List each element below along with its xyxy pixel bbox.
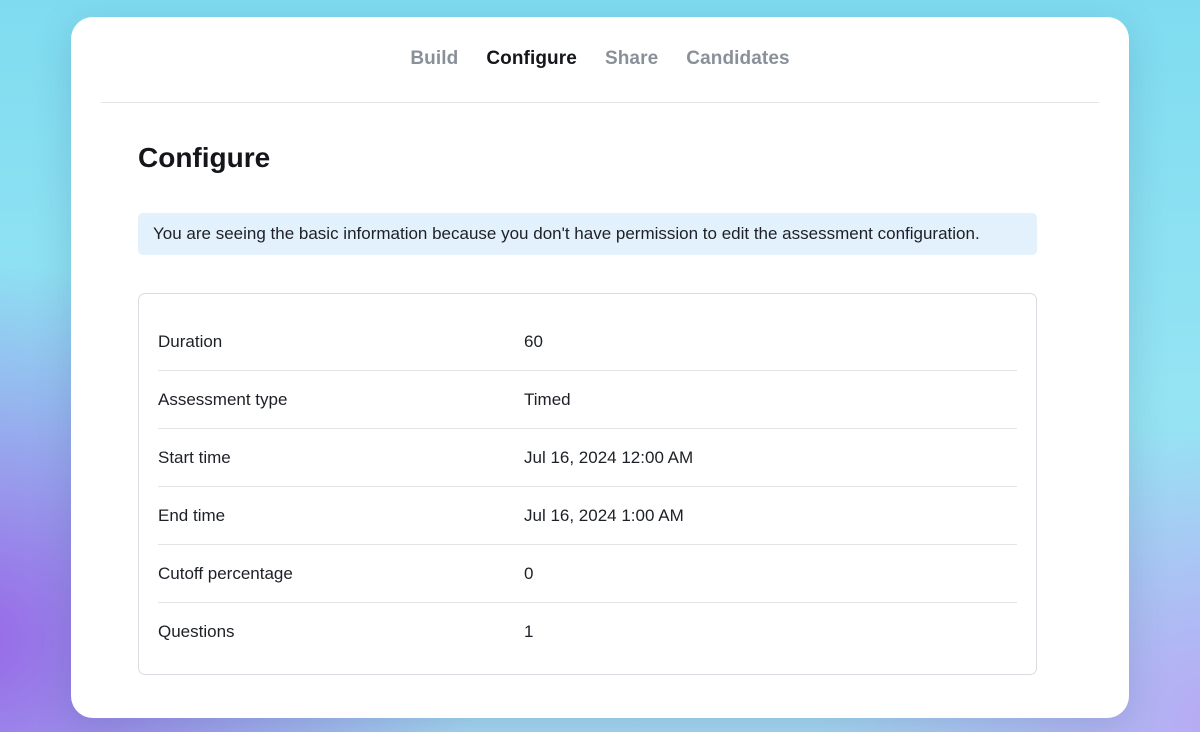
detail-row-start-time: Start time Jul 16, 2024 12:00 AM [158,429,1017,487]
detail-label: Questions [158,621,235,641]
tab-configure[interactable]: Configure [486,48,577,70]
permission-notice: You are seeing the basic information bec… [138,213,1037,255]
detail-label: Cutoff percentage [158,563,293,583]
detail-value: Jul 16, 2024 12:00 AM [524,447,694,467]
detail-value: 60 [524,331,543,351]
page-title: Configure [138,142,271,173]
configure-panel: Build Configure Share Candidates Configu… [71,17,1129,718]
detail-label: Start time [158,447,231,467]
tab-share[interactable]: Share [605,48,658,70]
detail-label: Duration [158,331,223,351]
detail-value: Jul 16, 2024 1:00 AM [524,505,684,525]
detail-row-end-time: End time Jul 16, 2024 1:00 AM [158,487,1017,545]
detail-row-assessment-type: Assessment type Timed [158,371,1017,429]
tab-build[interactable]: Build [410,48,458,70]
tab-candidates[interactable]: Candidates [686,48,789,70]
detail-value: 0 [524,563,534,583]
detail-value: 1 [524,621,534,641]
detail-row-duration: Duration 60 [158,313,1017,371]
tab-bar: Build Configure Share Candidates [101,17,1099,103]
detail-label: Assessment type [158,389,288,409]
detail-label: End time [158,505,226,525]
assessment-details: Duration 60 Assessment type Timed Start … [138,293,1037,675]
detail-value: Timed [524,389,571,409]
detail-row-questions: Questions 1 [158,603,1017,660]
detail-row-cutoff-percentage: Cutoff percentage 0 [158,545,1017,603]
